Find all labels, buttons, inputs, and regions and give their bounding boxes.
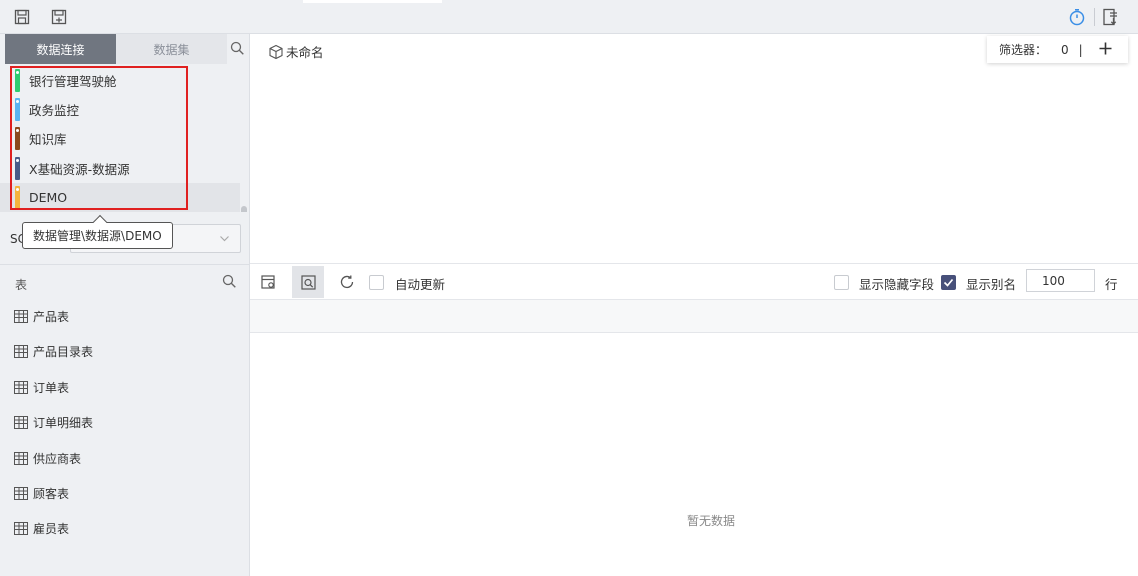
refresh-button[interactable]	[331, 266, 363, 298]
grid-header	[250, 300, 1138, 333]
export-icon[interactable]	[1102, 8, 1120, 26]
table-settings-icon	[260, 274, 275, 289]
connection-color-bar	[15, 98, 20, 121]
preview-icon	[300, 274, 316, 290]
active-tab-strip	[303, 0, 442, 3]
refresh-icon	[340, 275, 354, 289]
table-icon	[14, 487, 28, 500]
table-icon	[14, 345, 28, 358]
preview-toolbar: 自动更新 显示隐藏字段 显示别名 100 行	[250, 263, 1138, 300]
table-item[interactable]: 供应商表	[14, 450, 81, 467]
auto-update-label: 自动更新	[395, 277, 446, 292]
chevron-down-icon	[219, 233, 230, 247]
connection-item-selected[interactable]: DEMO	[0, 183, 240, 212]
preview-button[interactable]	[292, 266, 324, 298]
table-item-label: 雇员表	[33, 522, 70, 536]
connection-color-bar	[15, 69, 20, 92]
cube-icon	[269, 44, 283, 59]
dataset-name: 未命名	[286, 45, 324, 60]
table-item-label: 订单表	[33, 381, 70, 395]
top-toolbar	[0, 0, 1138, 34]
table-search-icon[interactable]	[222, 274, 237, 292]
search-icon[interactable]	[230, 41, 245, 59]
connection-color-bar	[15, 127, 20, 150]
check-icon	[943, 278, 954, 287]
table-section: 表 产品表 产品目录表 订单表 订单明细表 供应商表 顾客表 雇员表	[0, 264, 250, 576]
filter-count: 0	[1061, 42, 1069, 57]
table-item[interactable]: 雇员表	[14, 520, 69, 537]
table-item[interactable]: 订单明细表	[14, 414, 93, 431]
connection-label: 知识库	[29, 132, 67, 147]
dataset-name-row[interactable]: 未命名	[268, 42, 324, 61]
settings-table-button[interactable]	[252, 266, 284, 298]
connection-color-bar	[15, 157, 20, 180]
rows-unit-label: 行	[1105, 277, 1118, 292]
show-alias-label: 显示别名	[966, 277, 1017, 292]
table-item[interactable]: 顾客表	[14, 485, 69, 502]
connection-item[interactable]: 政务监控	[0, 95, 240, 124]
toolbar-divider	[1094, 8, 1095, 26]
row-count-input[interactable]: 100	[1026, 269, 1095, 292]
table-header: 表	[15, 278, 28, 292]
left-tabs: 数据连接 数据集	[5, 34, 227, 64]
table-item-label: 供应商表	[33, 452, 82, 466]
table-icon	[14, 522, 28, 535]
connection-label: 银行管理驾驶舱	[29, 74, 117, 89]
path-tooltip: 数据管理\数据源\DEMO	[22, 222, 173, 249]
empty-message: 暂无数据	[687, 514, 736, 528]
connection-item[interactable]: X基础资源-数据源	[0, 154, 240, 183]
auto-update-checkbox[interactable]	[369, 275, 384, 290]
table-item[interactable]: 订单表	[14, 379, 69, 396]
tab-dataset[interactable]: 数据集	[116, 34, 227, 64]
table-item-label: 订单明细表	[33, 416, 94, 430]
table-icon	[14, 310, 28, 323]
filter-separator: |	[1078, 42, 1083, 57]
save-icon[interactable]	[13, 8, 31, 26]
table-icon	[14, 416, 28, 429]
connection-label: DEMO	[29, 190, 68, 205]
table-icon	[14, 381, 28, 394]
table-item[interactable]: 产品表	[14, 308, 69, 325]
connection-list: 银行管理驾驶舱 政务监控 知识库 X基础资源-数据源 DEMO	[0, 64, 250, 212]
stopwatch-icon[interactable]	[1068, 8, 1086, 26]
table-item-label: 顾客表	[33, 487, 70, 501]
connection-label: 政务监控	[29, 103, 80, 118]
connection-label: X基础资源-数据源	[29, 162, 130, 177]
table-item-label: 产品目录表	[33, 345, 94, 359]
main-panel: 未命名 筛选器： 0 | 自动更新 显示隐藏字段 显示别名 100 行 暂无数据	[250, 34, 1138, 576]
tab-data-connection[interactable]: 数据连接	[5, 34, 116, 64]
connection-color-bar	[15, 186, 20, 209]
table-icon	[14, 452, 28, 465]
show-hidden-checkbox[interactable]	[834, 275, 849, 290]
table-item[interactable]: 产品目录表	[14, 343, 93, 360]
add-filter-icon[interactable]	[1099, 42, 1112, 58]
filter-panel: 筛选器： 0 |	[987, 36, 1128, 63]
show-hidden-label: 显示隐藏字段	[859, 277, 935, 292]
connection-item[interactable]: 银行管理驾驶舱	[0, 66, 240, 95]
connection-item[interactable]: 知识库	[0, 124, 240, 153]
filter-label: 筛选器：	[999, 43, 1048, 57]
show-alias-checkbox[interactable]	[941, 275, 956, 290]
table-item-label: 产品表	[33, 310, 70, 324]
left-panel: 数据连接 数据集 银行管理驾驶舱 政务监控 知识库 X基础资源-数据源 DEMO…	[0, 34, 250, 576]
save-as-icon[interactable]	[50, 8, 68, 26]
